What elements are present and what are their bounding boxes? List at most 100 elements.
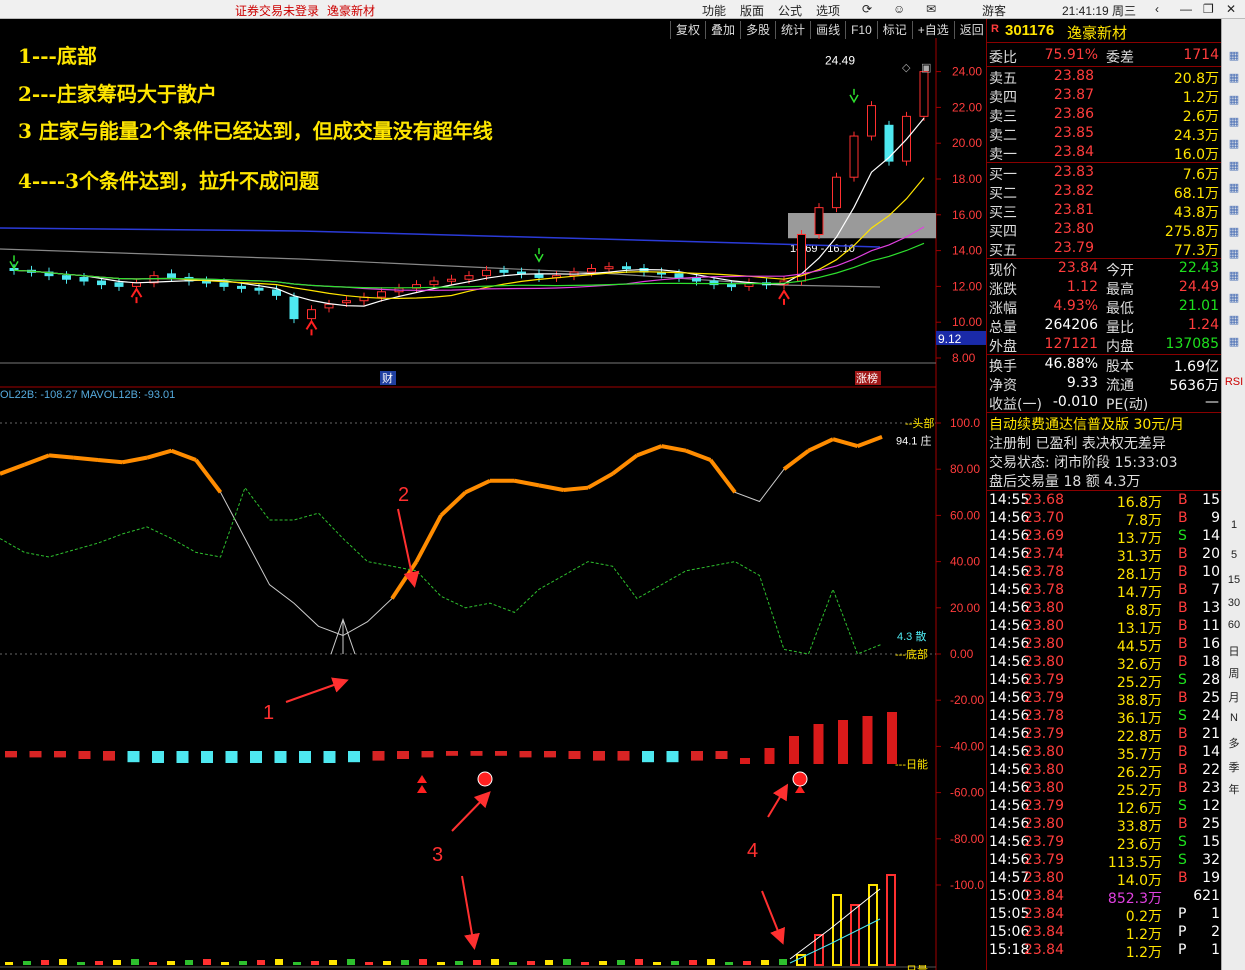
sidebar-tool-icon[interactable]: ▦	[1222, 291, 1245, 304]
sell-level: 卖五 23.88 20.8万	[987, 67, 1222, 87]
tick-side: B	[1178, 510, 1188, 526]
volume-bar	[167, 961, 175, 965]
zhuang-strong-segment	[194, 458, 223, 494]
sidebar-tool-icon[interactable]: ▦	[1222, 137, 1245, 150]
tick-price: 23.80	[1023, 618, 1064, 634]
energy-bar	[250, 751, 262, 763]
tick-volume: 36.1万	[1116, 711, 1162, 727]
row-value: 23.81	[1053, 202, 1094, 218]
tag-cai: 财	[382, 371, 393, 385]
candle-body	[587, 268, 596, 273]
sidebar-tool-icon[interactable]: ▦	[1222, 313, 1245, 326]
ind-tick-label: -40.00	[950, 739, 984, 753]
annotation-arrow-4	[767, 783, 789, 818]
row-value-2: 24.49	[1178, 279, 1219, 295]
line-text: 注册制 已盈利 表决权无差异	[989, 436, 1166, 452]
tick-row: 14:56 23.78 14.7万 B 7	[987, 582, 1222, 601]
line-text: 交易状态: 闭市阶段 15:33:03	[989, 455, 1178, 471]
sidebar-tool-icon[interactable]: ▦	[1222, 269, 1245, 282]
sidebar-item-11[interactable]: 季	[1222, 759, 1245, 775]
row-value: 4.93%	[1053, 298, 1098, 314]
energy-bar	[323, 751, 336, 763]
buy-arrow-icon	[130, 287, 143, 304]
sidebar-tool-icon[interactable]: ▦	[1222, 71, 1245, 84]
zhuang-strong-segment	[685, 448, 712, 462]
sidebar-item-4[interactable]: 30	[1222, 597, 1245, 609]
menu-function[interactable]: 功能	[702, 2, 726, 19]
sidebar-item-2[interactable]: 5	[1222, 549, 1245, 561]
sidebar-item-1[interactable]: 1	[1222, 519, 1245, 531]
energy-bar	[715, 751, 728, 759]
menu-layout[interactable]: 版面	[740, 2, 764, 19]
tick-volume: 12.6万	[1116, 801, 1162, 817]
clock: 21:41:19 周三	[1062, 4, 1137, 18]
row-label: 卖四	[989, 90, 1017, 106]
sidebar-item-7[interactable]: 周	[1222, 665, 1245, 681]
sidebar-item-5[interactable]: 60	[1222, 619, 1245, 631]
back-icon[interactable]: ‹	[1155, 2, 1159, 16]
tick-count: 19	[1202, 870, 1220, 886]
tick-side: P	[1178, 942, 1187, 958]
sidebar-item-3[interactable]: 15	[1222, 574, 1245, 586]
candle-body	[237, 285, 246, 289]
minimize-icon[interactable]: —	[1180, 2, 1192, 16]
energy-bar	[421, 751, 434, 758]
sidebar-tool-icon[interactable]: ▦	[1222, 203, 1245, 216]
signal-ball-icon	[792, 771, 808, 787]
row-value: 46.88%	[1044, 356, 1098, 372]
row-value-2: 16.0万	[1173, 147, 1219, 163]
volume-bar	[401, 960, 409, 965]
volume-bar	[131, 959, 139, 965]
energy-bar	[176, 751, 189, 763]
energy-bar	[348, 751, 360, 763]
candle-body	[79, 276, 89, 282]
sidebar-tool-icon[interactable]: ▦	[1222, 93, 1245, 106]
mail-icon[interactable]: ✉	[926, 2, 936, 16]
zhuang-strong-segment	[146, 448, 173, 460]
login-notice[interactable]: 证券交易未登录	[235, 2, 319, 19]
menu-options[interactable]: 选项	[816, 2, 840, 19]
tick-row: 14:56 23.79 113.5万 S 32	[987, 852, 1222, 871]
tick-side: B	[1178, 762, 1188, 778]
sidebar-tool-icon[interactable]: ▦	[1222, 181, 1245, 194]
sidebar-item-8[interactable]: 月	[1222, 689, 1245, 705]
volume-bar	[761, 960, 769, 965]
sidebar-tool-icon[interactable]: ▦	[1222, 335, 1245, 348]
refresh-icon[interactable]: ⟳	[862, 2, 872, 16]
sidebar-item-6[interactable]: 日	[1222, 643, 1245, 659]
tick-row: 14:56 23.79 38.8万 B 25	[987, 690, 1222, 709]
tick-price: 23.84	[1023, 906, 1064, 922]
zhuang-strong-segment	[538, 483, 564, 492]
volume-bar	[149, 962, 157, 965]
sidebar-tool-icon[interactable]: ▦	[1222, 49, 1245, 62]
sidebar-tool-icon[interactable]: ▦	[1222, 225, 1245, 238]
user-icon[interactable]: ☺	[893, 2, 905, 16]
row-value-2: 1714	[1183, 47, 1219, 63]
sidebar-tool-icon[interactable]: ▦	[1222, 115, 1245, 128]
menu-formula[interactable]: 公式	[778, 2, 802, 19]
restore-icon[interactable]: ❐	[1203, 2, 1214, 16]
sidebar-item-10[interactable]: 多	[1222, 735, 1245, 751]
sidebar-tool-icon[interactable]: ▦	[1222, 159, 1245, 172]
volume-bar	[221, 962, 229, 965]
row-value: 23.88	[1053, 68, 1094, 84]
sidebar-item-12[interactable]: 年	[1222, 781, 1245, 797]
tick-side: B	[1178, 726, 1188, 742]
sidebar-item-9[interactable]: N	[1222, 712, 1245, 724]
guest-label[interactable]: 游客	[982, 2, 1006, 19]
volume-bar	[5, 962, 13, 965]
buy-level: 买四 23.80 275.8万	[987, 220, 1222, 240]
row-value-2: 1.69亿	[1173, 359, 1219, 375]
sidebar-tool-icon[interactable]: ▦	[1222, 247, 1245, 260]
indicator-panel: OL22B: -108.27 MAVOL12B: -93.01 100.0 80.0…	[0, 389, 984, 892]
tick-count: 621	[1193, 888, 1220, 904]
tick-side: B	[1178, 492, 1188, 508]
volume-bar	[563, 959, 571, 965]
row-label: 现价	[989, 263, 1017, 279]
row-value-2: 43.8万	[1173, 205, 1219, 221]
close-icon[interactable]: ✕	[1226, 2, 1236, 16]
energy-bar	[495, 751, 507, 756]
row-value: 23.85	[1053, 125, 1094, 141]
sidebar-item-0[interactable]: RSI	[1222, 376, 1245, 388]
chart-area[interactable]: 24.0022.0020.0018.0016.0014.0012.0010.00…	[0, 19, 986, 970]
